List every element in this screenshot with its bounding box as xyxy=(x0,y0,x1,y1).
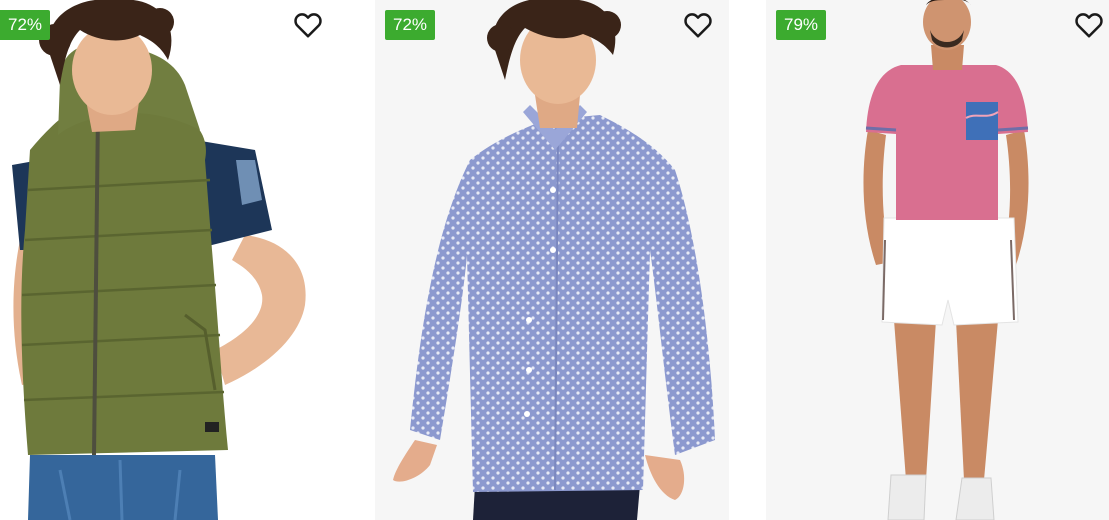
product-image-tshirt-shorts[interactable] xyxy=(766,0,1109,520)
product-image-vest[interactable] xyxy=(0,0,345,520)
product-card[interactable]: 72% xyxy=(375,0,729,520)
heart-outline-icon[interactable] xyxy=(1074,10,1104,40)
discount-badge: 79% xyxy=(776,10,827,40)
product-card[interactable]: 72% xyxy=(0,0,345,520)
discount-badge: 72% xyxy=(0,10,51,40)
product-image-shirt[interactable] xyxy=(375,0,729,520)
product-grid: 72% 72% 79% xyxy=(0,0,1109,520)
heart-outline-icon[interactable] xyxy=(683,10,713,40)
product-card[interactable]: 79% xyxy=(766,0,1109,520)
heart-outline-icon[interactable] xyxy=(293,10,323,40)
discount-badge: 72% xyxy=(385,10,436,40)
